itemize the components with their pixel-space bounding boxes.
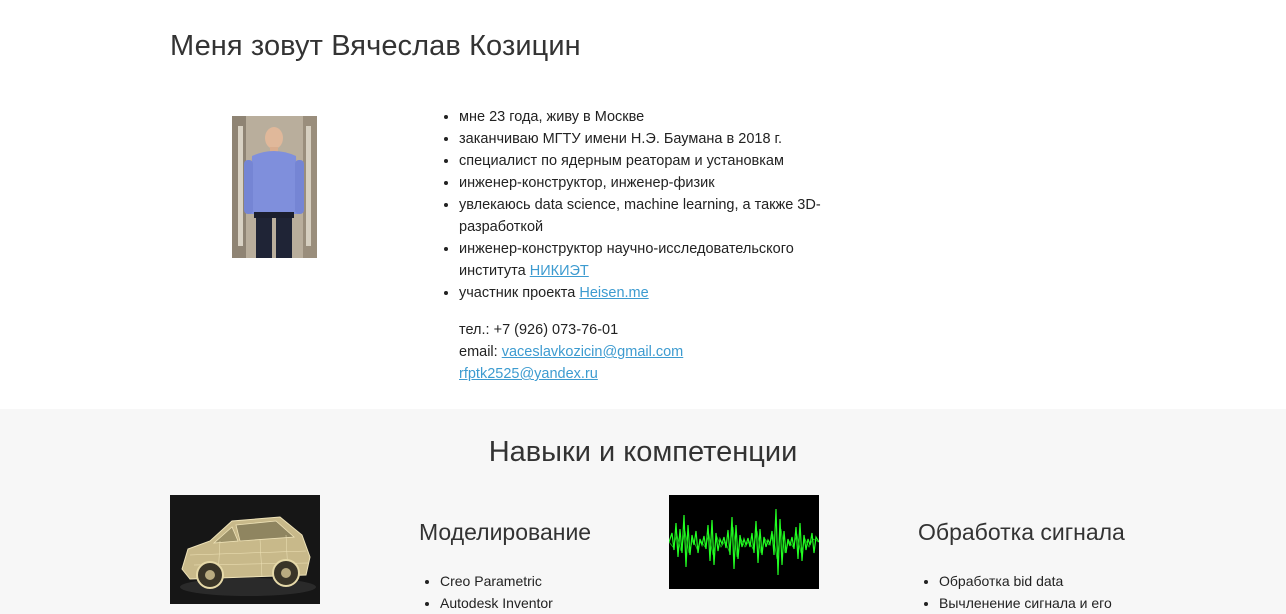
about-item: участник проекта Heisen.me bbox=[459, 282, 857, 304]
nikiet-link[interactable]: НИКИЭТ bbox=[530, 263, 589, 279]
signal-list: Обработка bid data Вычленение сигнала и … bbox=[918, 570, 1112, 614]
email-primary-link[interactable]: vaceslavkozicin@gmail.com bbox=[502, 344, 684, 360]
about-item: мне 23 года, живу в Москве bbox=[459, 106, 857, 128]
about-item-text: заканчиваю МГТУ имени Н.Э. Баумана в 201… bbox=[459, 131, 783, 147]
about-item-text: участник проекта bbox=[459, 285, 580, 301]
list-item: Creo Parametric bbox=[440, 570, 553, 592]
about-item-text: инженер-конструктор, инженер-физик bbox=[459, 175, 715, 191]
list-item: Autodesk Inventor bbox=[440, 592, 553, 614]
email-line: email: vaceslavkozicin@gmail.com bbox=[459, 341, 857, 363]
about-item-text: специалист по ядерным реаторам и установ… bbox=[459, 153, 784, 169]
email-label: email: bbox=[459, 344, 502, 360]
list-item: Вычленение сигнала и его bbox=[939, 592, 1112, 614]
signal-heading: Обработка сигнала bbox=[918, 519, 1125, 545]
phone-text: тел.: +7 (926) 073-76-01 bbox=[459, 322, 619, 338]
about-item-text: инженер-конструктор научно-исследователь… bbox=[459, 241, 794, 279]
about-item: инженер-конструктор научно-исследователь… bbox=[459, 238, 857, 282]
car-wireframe-image bbox=[170, 495, 320, 604]
about-item: заканчиваю МГТУ имени Н.Э. Баумана в 201… bbox=[459, 128, 857, 150]
about-item-text: мне 23 года, живу в Москве bbox=[459, 109, 645, 125]
skills-section: Навыки и компетенции Моделирование Creo … bbox=[0, 409, 1286, 614]
about-list: мне 23 года, живу в Москве заканчиваю МГ… bbox=[437, 106, 857, 304]
skills-title: Навыки и компетенции bbox=[488, 436, 798, 468]
page-title: Меня зовут Вячеслав Козицин bbox=[170, 30, 581, 62]
email-secondary-link[interactable]: rfptk2525@yandex.ru bbox=[459, 366, 598, 382]
list-item: Обработка bid data bbox=[939, 570, 1112, 592]
signal-waveform-image bbox=[669, 495, 819, 589]
heisen-link[interactable]: Heisen.me bbox=[579, 285, 648, 301]
about-item: специалист по ядерным реаторам и установ… bbox=[459, 150, 857, 172]
about-item: увлекаюсь data science, machine learning… bbox=[459, 194, 857, 238]
contacts-block: тел.: +7 (926) 073-76-01 email: vaceslav… bbox=[459, 319, 857, 385]
modeling-heading: Моделирование bbox=[419, 519, 592, 545]
about-item-text: увлекаюсь data science, machine learning… bbox=[459, 197, 821, 235]
profile-photo bbox=[232, 116, 317, 258]
about-item: инженер-конструктор, инженер-физик bbox=[459, 172, 857, 194]
about-section: мне 23 года, живу в Москве заканчиваю МГ… bbox=[437, 106, 857, 385]
modeling-list: Creo Parametric Autodesk Inventor bbox=[419, 570, 553, 614]
